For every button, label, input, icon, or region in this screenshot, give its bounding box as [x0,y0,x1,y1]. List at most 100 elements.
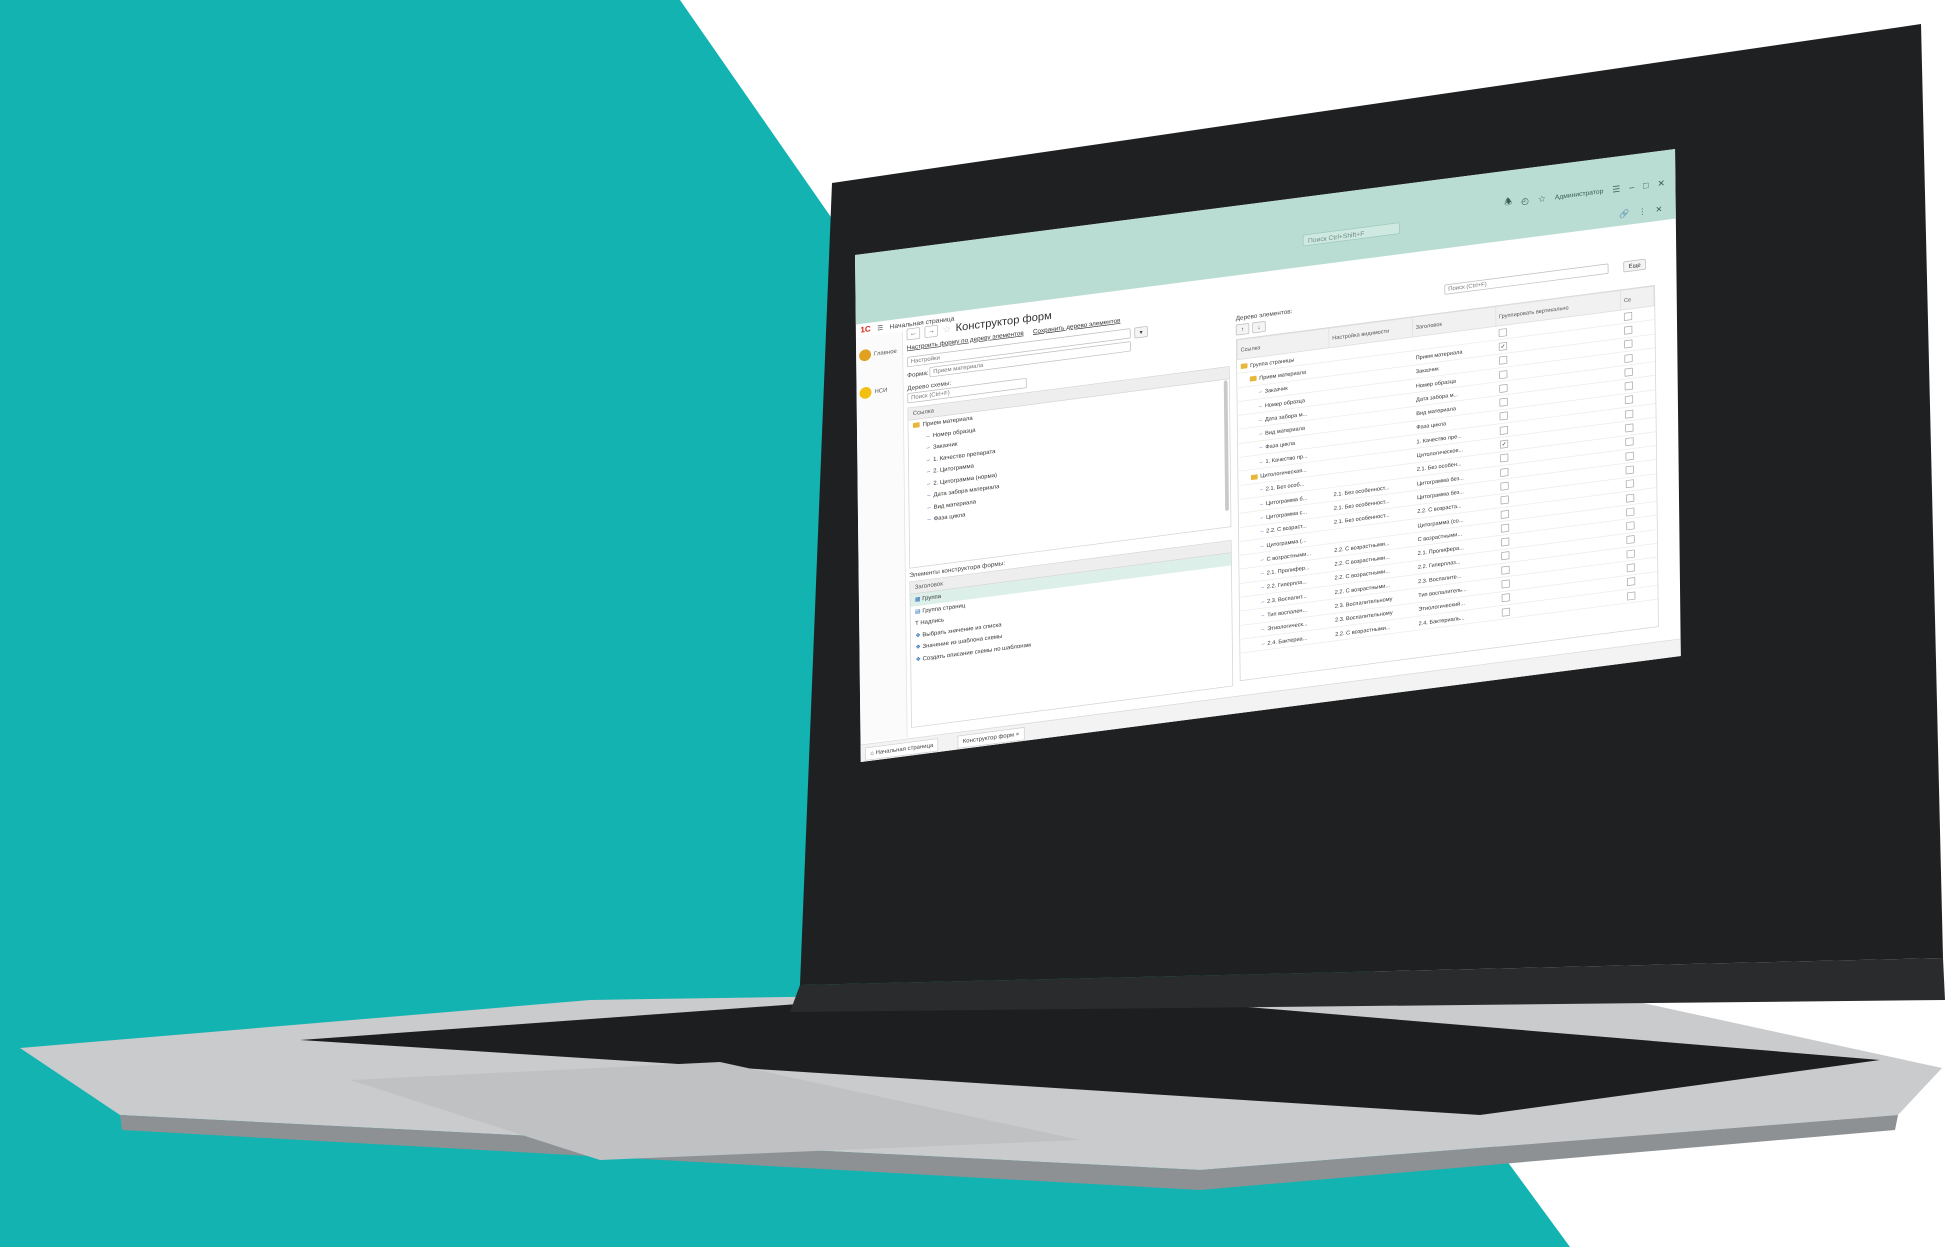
extra-checkbox[interactable] [1625,465,1634,475]
folder-icon [1240,363,1248,370]
more-button[interactable]: Еще [1623,258,1647,273]
group-vertical-checkbox[interactable] [1499,383,1508,393]
menu-icon[interactable]: ☰ [877,324,883,332]
rail-item-nsi[interactable]: НСИ [859,382,901,409]
favorite-icon[interactable]: ☆ [942,323,951,336]
move-down-button[interactable]: ↓ [1252,320,1266,334]
group-vertical-checkbox[interactable] [1500,481,1509,491]
item-icon: – [926,456,931,463]
extra-checkbox[interactable] [1626,591,1636,601]
elements-grid: Ссылка Настройка видимости Заголовок Группи… [1235,285,1659,682]
forward-button[interactable]: → [924,324,939,338]
group-vertical-checkbox[interactable] [1501,551,1510,561]
history-icon[interactable]: ◴ [1521,195,1529,206]
extra-checkbox[interactable] [1625,507,1635,517]
group-vertical-checkbox[interactable] [1501,537,1510,547]
folder-icon [1249,376,1257,383]
group-vertical-checkbox[interactable] [1501,579,1510,589]
constructor-row-label: Надпись [920,616,945,626]
tree-row-label: Вид материала [933,497,977,510]
cell-link-text: Заказчик [1264,384,1288,395]
tree-row-label: Номер образца [932,426,976,439]
extra-checkbox[interactable] [1626,563,1635,573]
constructor-row-label: Группа страниц [922,601,966,614]
elements-search-input[interactable]: Поиск (Ctrl+F) [1444,263,1609,295]
constructor-row-label: Группа [922,592,942,602]
link-icon[interactable]: 🔗 [1619,209,1629,219]
item-icon: – [1260,569,1264,577]
close-icon[interactable]: ✕ [1655,204,1662,215]
extra-checkbox[interactable] [1624,381,1633,391]
left-rail: Главное НСИ [855,331,908,744]
form-window-icons: 🔗 ⋮ ✕ [1619,204,1662,219]
item-icon: – [926,479,931,487]
extra-checkbox[interactable] [1623,311,1633,321]
item-icon: – [927,491,931,499]
group-vertical-checkbox[interactable] [1501,565,1510,575]
extra-checkbox[interactable] [1626,521,1635,531]
extra-checkbox[interactable] [1624,367,1633,377]
settings-select-button[interactable]: ▾ [1134,325,1148,339]
group-vertical-checkbox[interactable] [1500,495,1509,505]
form-label: Форма: [907,368,929,379]
group-vertical-checkbox[interactable] [1501,607,1511,617]
close-icon[interactable]: × [1016,731,1020,738]
cell-extra [1623,585,1658,604]
extra-checkbox[interactable] [1626,535,1635,545]
item-icon: – [1260,528,1264,535]
star-icon[interactable]: ☆ [1538,193,1546,204]
group-vertical-checkbox[interactable] [1501,593,1510,603]
group-vertical-checkbox[interactable] [1499,425,1509,435]
extra-checkbox[interactable] [1626,577,1636,587]
minimize-icon[interactable]: – [1629,181,1634,192]
tree-row-label: Фаза цикла [933,511,966,522]
group-vertical-checkbox[interactable] [1500,453,1509,463]
rail-item-main[interactable]: Главное [859,345,901,372]
cell-link-text: 2.4. Бактериа... [1267,634,1308,646]
extra-checkbox[interactable] [1624,339,1633,349]
group-vertical-checkbox[interactable] [1500,523,1510,533]
group-vertical-checkbox[interactable] [1500,467,1509,477]
global-search-input[interactable]: Поиск Ctrl+Shift+F [1302,222,1400,247]
pages-icon: ▤ [914,607,923,615]
item-icon: – [927,503,931,511]
user-name[interactable]: Администратор [1555,187,1603,201]
cell-link-text: 2.3. Воспалит... [1267,592,1307,605]
item-icon: – [1261,611,1265,619]
item-icon: – [926,432,930,440]
item-icon: – [1261,639,1265,647]
more-icon[interactable]: ⋮ [1638,206,1646,217]
item-icon: – [1259,514,1264,521]
group-vertical-checkbox[interactable] [1499,369,1508,379]
item-icon: – [1261,625,1265,633]
item-icon: – [1259,430,1263,438]
bell-icon[interactable]: 🕭 [1504,195,1512,211]
right-pane: Дерево элементов: Поиск (Ctrl+F) Еще ↑ ↓… [1235,258,1659,686]
group-vertical-checkbox[interactable] [1499,411,1508,421]
maximize-icon[interactable]: □ [1643,180,1649,191]
group-vertical-checkbox[interactable]: ✓ [1498,341,1508,351]
rail-item-label: Главное [873,347,897,358]
close-icon[interactable]: ✕ [1657,177,1665,188]
back-button[interactable]: ← [906,326,921,341]
item-icon: – [1260,555,1264,563]
extra-checkbox[interactable] [1624,409,1634,419]
extra-checkbox[interactable] [1625,479,1634,489]
group-vertical-checkbox[interactable] [1499,355,1508,365]
extra-checkbox[interactable] [1624,423,1634,433]
extra-checkbox[interactable] [1623,325,1633,335]
extra-checkbox[interactable] [1626,549,1635,559]
group-icon: ▦ [914,595,923,603]
group-vertical-checkbox[interactable] [1498,327,1507,337]
group-vertical-checkbox[interactable]: ✓ [1499,439,1509,449]
item-icon: – [1260,542,1264,549]
group-vertical-checkbox[interactable] [1500,509,1510,519]
extra-checkbox[interactable] [1625,451,1634,461]
menu-icon[interactable]: ☰ [1612,183,1620,194]
extra-checkbox[interactable] [1625,437,1634,447]
extra-checkbox[interactable] [1624,395,1633,405]
extra-checkbox[interactable] [1625,493,1635,503]
group-vertical-checkbox[interactable] [1499,397,1508,407]
move-up-button[interactable]: ↑ [1235,322,1250,336]
extra-checkbox[interactable] [1624,353,1633,363]
